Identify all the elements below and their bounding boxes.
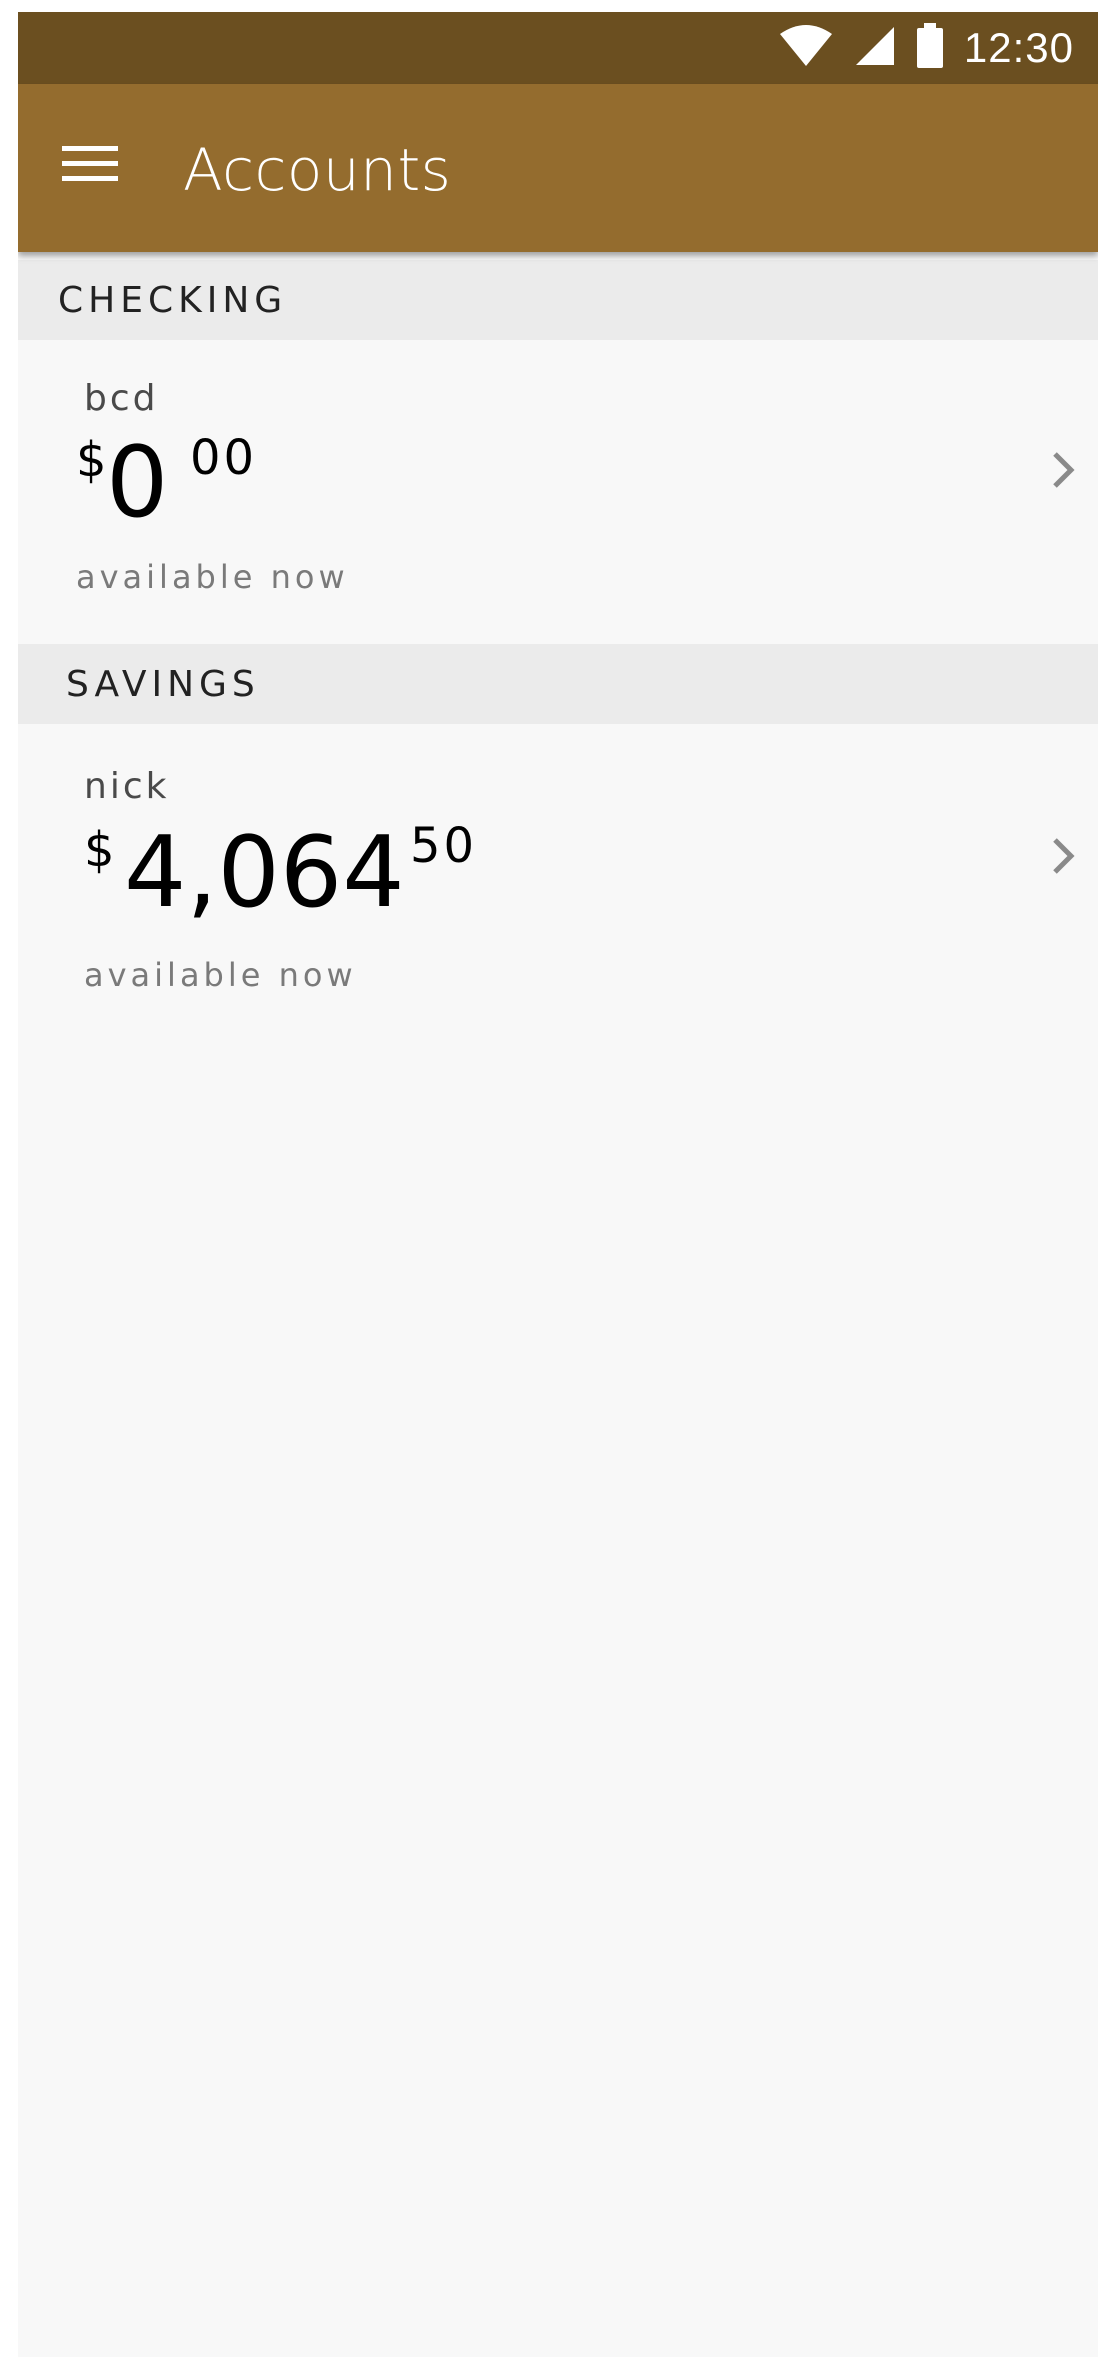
status-bar: 12:30 — [18, 12, 1098, 84]
currency-symbol: $ — [84, 822, 115, 878]
status-icons: 12:30 — [778, 12, 1074, 84]
balance-cents: 50 — [410, 818, 478, 874]
balance-whole: 0 — [106, 426, 169, 540]
wifi-icon — [778, 24, 834, 72]
accounts-screen: 12:30 Accounts CHECKING bcd $ 0 00 avail… — [18, 12, 1098, 2357]
battery-icon — [916, 23, 944, 73]
availability-label: available now — [76, 558, 349, 596]
app-bar: Accounts — [18, 84, 1098, 252]
status-time: 12:30 — [963, 24, 1074, 71]
account-balance: $ 0 00 — [76, 426, 376, 542]
balance-whole: 4,064 — [124, 816, 405, 930]
currency-symbol: $ — [76, 432, 107, 488]
chevron-right-icon — [1044, 826, 1084, 886]
balance-cents: 00 — [190, 430, 258, 486]
account-row-savings[interactable]: nick $ 4,064 50 available now — [18, 724, 1098, 1040]
page-title: Accounts — [183, 136, 452, 204]
menu-button[interactable] — [58, 134, 122, 198]
availability-label: available now — [84, 956, 357, 994]
account-name: nick — [84, 766, 170, 807]
account-name: bcd — [84, 378, 159, 419]
hamburger-menu-icon — [62, 144, 118, 188]
section-header-label: SAVINGS — [66, 663, 260, 705]
section-header-label: CHECKING — [58, 279, 288, 321]
account-row-checking[interactable]: bcd $ 0 00 available now — [18, 340, 1098, 656]
chevron-right-icon — [1044, 440, 1084, 500]
account-balance: $ 4,064 50 — [84, 816, 544, 940]
section-header-checking: CHECKING — [18, 260, 1098, 340]
cell-signal-icon — [854, 25, 896, 71]
section-header-savings: SAVINGS — [18, 644, 1098, 724]
